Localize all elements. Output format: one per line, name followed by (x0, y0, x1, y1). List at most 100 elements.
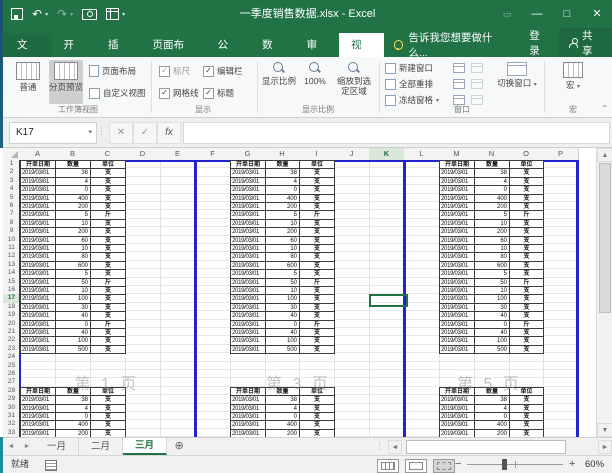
macros-icon (563, 62, 583, 78)
zoom-to-selection-button[interactable]: 缩放到选定区域 (333, 60, 375, 104)
zoom-level-text[interactable]: 60% (585, 456, 604, 473)
zoom-in-button[interactable]: + (569, 456, 575, 473)
unit-cell[interactable]: 支 (299, 428, 335, 437)
sheet-tab-february[interactable]: 二月 (79, 438, 124, 455)
formula-bar-row: K17 ▾ ⋮ ✕ ✓ fx (3, 118, 612, 148)
share-button[interactable]: 共享 (559, 28, 612, 57)
unit-cell[interactable]: 支 (509, 428, 544, 437)
date-cell[interactable]: 2019/03/01 (439, 344, 475, 355)
quantity-cell[interactable]: 200 (265, 428, 300, 437)
group-label-show: 显示 (195, 105, 211, 114)
arrange-all-button[interactable]: 全部重排 (385, 78, 433, 90)
insert-function-icon[interactable]: fx (157, 122, 181, 144)
page-break-preview-button[interactable]: 分页预览 (49, 60, 83, 104)
sheet-tab-march[interactable]: 三月 (123, 438, 168, 455)
sheet-grid[interactable]: A B C D E F G H I J K L M N O P 1 2 3 4 5 6 7 8 9 10 11 12 13 14 15 16 1… (0, 148, 612, 437)
sheet-nav-prev-icon[interactable]: ◄ (3, 438, 19, 455)
page-layout-view-toggle[interactable] (405, 459, 427, 473)
date-cell[interactable]: 2019/03/01 (20, 344, 56, 355)
formula-bar-checkbox[interactable]: ✓ 编辑栏 (203, 65, 243, 77)
sheet-tab-january[interactable]: 一月 (35, 438, 80, 455)
scroll-left-icon[interactable]: ◄ (388, 439, 402, 454)
tab-file[interactable]: 文件 (3, 33, 52, 75)
quantity-cell[interactable]: 500 (474, 344, 510, 355)
chevron-down-icon: ▾ (576, 84, 580, 90)
quantity-cell[interactable]: 500 (265, 344, 300, 355)
page-layout-view-button[interactable]: 页面布局 (89, 65, 136, 77)
scroll-down-icon[interactable]: ▼ (597, 423, 612, 437)
scroll-right-icon[interactable]: ► (598, 439, 612, 454)
maximize-button[interactable]: □ (552, 0, 582, 28)
tab-page-layout[interactable]: 页面布局 (141, 33, 206, 75)
ruler-checkbox: ✓ 标尺 (159, 65, 190, 77)
zoom-100-button[interactable]: 100% (299, 60, 331, 104)
normal-view-button[interactable]: 普通 (11, 60, 45, 104)
tell-me-box[interactable]: 告诉我您想要做什么... (384, 32, 520, 59)
switch-windows-button[interactable]: 切换窗口 ▾ (495, 60, 539, 104)
zoom-slider-thumb[interactable] (502, 459, 507, 470)
minimize-button[interactable]: — (522, 0, 552, 28)
tab-review[interactable]: 审阅 (295, 33, 340, 75)
ribbon: 普通 分页预览 页面布局 自定义视图 工作簿视图 ✓ 标尺 ✓ 编辑栏 ✓ 网格线 ✓… (3, 57, 612, 118)
hide-button[interactable] (453, 79, 465, 89)
quantity-cell[interactable]: 500 (55, 344, 91, 355)
tab-view[interactable]: 视图 (339, 33, 384, 75)
checkbox-icon: ✓ (203, 65, 214, 77)
name-box[interactable]: K17 ▾ (9, 122, 97, 144)
unit-cell[interactable]: 支 (90, 428, 126, 437)
tab-formulas[interactable]: 公式 (206, 33, 251, 75)
date-cell[interactable]: 2019/03/01 (439, 428, 475, 437)
sign-in-button[interactable]: 登录 (519, 28, 559, 58)
tab-home[interactable]: 开始 (52, 33, 97, 75)
hide-icon (453, 79, 465, 89)
horizontal-scrollbar[interactable]: ⋮ ◄ ► (371, 438, 612, 455)
page-break-view-toggle[interactable] (433, 459, 455, 473)
ribbon-display-options-icon[interactable]: ▭ (492, 0, 522, 28)
zoom-out-button[interactable]: − (455, 456, 461, 473)
quantity-cell[interactable]: 200 (55, 428, 91, 437)
collapse-ribbon-icon[interactable]: ⌃ (601, 104, 608, 113)
normal-view-toggle[interactable] (377, 459, 399, 473)
custom-views-button[interactable]: 自定义视图 (89, 87, 146, 99)
macros-button[interactable]: 宏 ▾ (555, 60, 591, 104)
page-break-line-vertical (576, 160, 579, 437)
date-cell[interactable]: 2019/03/01 (20, 428, 56, 437)
page-layout-icon (89, 65, 99, 77)
formula-bar-resize-handle[interactable]: ⋮ (97, 126, 106, 137)
unit-cell[interactable]: 支 (509, 344, 544, 355)
horizontal-scroll-track[interactable] (402, 439, 598, 454)
lightbulb-icon (393, 40, 404, 50)
unit-cell[interactable]: 支 (299, 344, 335, 355)
close-button[interactable]: ✕ (582, 0, 612, 28)
tab-insert[interactable]: 插入 (96, 33, 141, 75)
headings-checkbox[interactable]: ✓ 标题 (203, 87, 234, 99)
cancel-icon: ✕ (109, 122, 133, 144)
sync-scroll-icon (471, 79, 483, 89)
new-window-button[interactable]: 新建窗口 (385, 62, 433, 74)
vertical-scrollbar[interactable]: ▲ ▼ (596, 148, 612, 437)
horizontal-scroll-thumb[interactable] (406, 439, 566, 454)
new-sheet-button[interactable]: ⊕ (167, 438, 191, 455)
vertical-scroll-thumb[interactable] (599, 163, 611, 313)
magnifier-100-icon (309, 62, 321, 74)
date-cell[interactable]: 2019/03/01 (230, 344, 266, 355)
quantity-cell[interactable]: 200 (474, 428, 510, 437)
split-button[interactable] (453, 63, 465, 73)
page-break-preview-icon (54, 62, 78, 80)
unit-cell[interactable]: 支 (90, 344, 126, 355)
selected-cell-outline[interactable] (369, 294, 408, 307)
zoom-button[interactable]: 显示比例 (261, 60, 297, 104)
name-box-dropdown-icon[interactable]: ▾ (88, 123, 92, 143)
scrollbar-resize-handle[interactable]: ⋮ (371, 441, 388, 452)
sheet-nav-next-icon[interactable]: ► (19, 438, 35, 455)
tab-data[interactable]: 数据 (250, 33, 295, 75)
gridlines-checkbox[interactable]: ✓ 网格线 (159, 87, 199, 99)
side-by-side-icon (471, 63, 483, 73)
macro-record-icon[interactable] (45, 460, 57, 471)
date-cell[interactable]: 2019/03/01 (230, 428, 266, 437)
formula-input[interactable] (183, 122, 610, 144)
enter-icon: ✓ (133, 122, 157, 144)
scroll-up-icon[interactable]: ▲ (597, 148, 612, 162)
page-number-watermark: 第 5 页 (457, 376, 522, 393)
group-label-window: 窗口 (454, 105, 470, 114)
